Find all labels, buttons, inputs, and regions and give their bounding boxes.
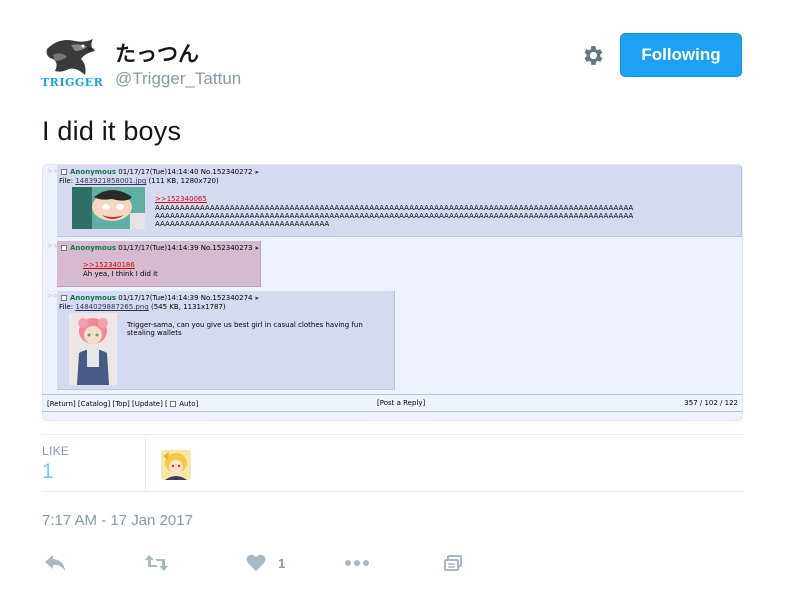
post-checkbox[interactable] bbox=[61, 169, 67, 175]
post-message: Ah yea, I think I did it bbox=[83, 270, 158, 278]
tweet-stats: LIKE 1 bbox=[42, 434, 743, 492]
like-stat-count[interactable]: 1 bbox=[42, 460, 54, 484]
post-header: Anonymous 01/17/17(Tue)14:14:39 No.15234… bbox=[61, 244, 259, 252]
post-number[interactable]: No.152340274 bbox=[201, 294, 253, 302]
quote-link[interactable]: >>152340186 bbox=[83, 261, 135, 269]
like-count: 1 bbox=[278, 555, 286, 571]
user-handle[interactable]: @Trigger_Tattun bbox=[115, 69, 241, 89]
like-button[interactable]: 1 bbox=[246, 551, 285, 575]
post-line: stealing wallets bbox=[127, 329, 182, 337]
post-thumbnail[interactable] bbox=[69, 313, 117, 385]
following-button[interactable]: Following bbox=[620, 33, 742, 77]
post-author: Anonymous bbox=[70, 168, 117, 176]
post-file-meta: (111 KB, 1280x720) bbox=[148, 177, 219, 185]
post-menu-icon[interactable]: ▸ bbox=[256, 294, 260, 302]
more-dots-icon bbox=[345, 560, 369, 566]
post-file-link[interactable]: 1483921858001.jpg bbox=[75, 177, 146, 185]
post-file-link[interactable]: 1484029887265.png bbox=[75, 303, 148, 311]
direct-message-button[interactable] bbox=[444, 551, 462, 575]
avatar[interactable]: TRIGGER bbox=[41, 35, 103, 89]
post-menu-icon[interactable]: ▸ bbox=[256, 168, 260, 176]
post-file-meta: (545 KB, 1131x1787) bbox=[151, 303, 226, 311]
reply-button[interactable] bbox=[44, 551, 66, 575]
post-message: AAAAAAAAAAAAAAAAAAAAAAAAAAAAAAAAAAAAAAAA… bbox=[155, 204, 633, 228]
retweet-button[interactable] bbox=[144, 551, 169, 575]
eagle-logo-icon bbox=[46, 39, 95, 75]
thread-stats: 357 / 102 / 122 bbox=[684, 399, 738, 407]
post-file-info: File: 1483921858001.jpg (111 KB, 1280x72… bbox=[59, 177, 219, 185]
avatar-caption: TRIGGER bbox=[41, 76, 104, 89]
message-icon bbox=[444, 555, 462, 571]
divider bbox=[145, 435, 146, 492]
post-line: AAAAAAAAAAAAAAAAAAAAAAAAAAAAAAAAAAAAAAAA… bbox=[155, 212, 634, 220]
post-checkbox[interactable] bbox=[61, 245, 67, 251]
post-body: >>152340186 bbox=[83, 261, 135, 269]
post-line: Trigger-sama, can you give us best girl … bbox=[127, 321, 363, 329]
board-nav-links[interactable]: [Return] [Catalog] [Top] [Update] [ Auto… bbox=[47, 400, 198, 408]
post-author: Anonymous bbox=[70, 294, 117, 302]
gear-icon[interactable] bbox=[580, 43, 605, 68]
quote-link[interactable]: >>152340065 bbox=[155, 195, 207, 203]
retweet-icon bbox=[145, 555, 168, 571]
auto-label: Auto] bbox=[179, 400, 199, 408]
heart-icon bbox=[246, 554, 266, 571]
post-datetime: 01/17/17(Tue)14:14:40 bbox=[118, 168, 199, 176]
auto-checkbox[interactable] bbox=[170, 401, 176, 407]
tweet-timestamp[interactable]: 7:17 AM - 17 Jan 2017 bbox=[42, 512, 193, 529]
liker-avatar[interactable] bbox=[161, 450, 191, 480]
more-button[interactable] bbox=[344, 551, 370, 575]
post-datetime: 01/17/17(Tue)14:14:39 bbox=[118, 244, 199, 252]
display-name[interactable]: たっつん bbox=[115, 38, 199, 68]
post-checkbox[interactable] bbox=[61, 295, 67, 301]
post-line: Ah yea, I think I did it bbox=[83, 270, 158, 278]
post-menu-icon[interactable]: ▸ bbox=[256, 244, 260, 252]
post-line: AAAAAAAAAAAAAAAAAAAAAAAAAAAAAAAAAAA bbox=[155, 220, 330, 228]
post-number[interactable]: No.152340273 bbox=[201, 244, 253, 252]
post-header: Anonymous 01/17/17(Tue)14:14:40 No.15234… bbox=[61, 168, 259, 176]
post-header: Anonymous 01/17/17(Tue)14:14:39 No.15234… bbox=[61, 294, 259, 302]
reply-icon bbox=[45, 555, 65, 571]
nav-links-text[interactable]: [Return] [Catalog] [Top] [Update] [ bbox=[47, 400, 168, 408]
file-prefix: File: bbox=[59, 303, 74, 311]
post-line: AAAAAAAAAAAAAAAAAAAAAAAAAAAAAAAAAAAAAAAA… bbox=[155, 204, 634, 212]
post-number[interactable]: No.152340272 bbox=[201, 168, 253, 176]
board-post: Anonymous 01/17/17(Tue)14:14:40 No.15234… bbox=[57, 165, 742, 237]
post-file-info: File: 1484029887265.png (545 KB, 1131x17… bbox=[59, 303, 226, 311]
post-author: Anonymous bbox=[70, 244, 117, 252]
like-stat-label: LIKE bbox=[42, 444, 70, 458]
board-post: Anonymous 01/17/17(Tue)14:14:39 No.15234… bbox=[57, 291, 395, 390]
post-datetime: 01/17/17(Tue)14:14:39 bbox=[118, 294, 199, 302]
file-prefix: File: bbox=[59, 177, 74, 185]
divider bbox=[43, 411, 742, 412]
post-reply-link[interactable]: [Post a Reply] bbox=[377, 399, 425, 407]
tweet-text: I did it boys bbox=[42, 116, 182, 146]
board-navigation: [Return] [Catalog] [Top] [Update] [ Auto… bbox=[43, 395, 742, 411]
post-thumbnail[interactable] bbox=[72, 187, 145, 229]
board-post-highlighted: Anonymous 01/17/17(Tue)14:14:39 No.15234… bbox=[57, 241, 261, 287]
tweet-media-image[interactable]: >> Anonymous 01/17/17(Tue)14:14:40 No.15… bbox=[42, 164, 743, 421]
post-body: >>152340065 bbox=[155, 195, 207, 203]
post-message: Trigger-sama, can you give us best girl … bbox=[127, 321, 363, 337]
